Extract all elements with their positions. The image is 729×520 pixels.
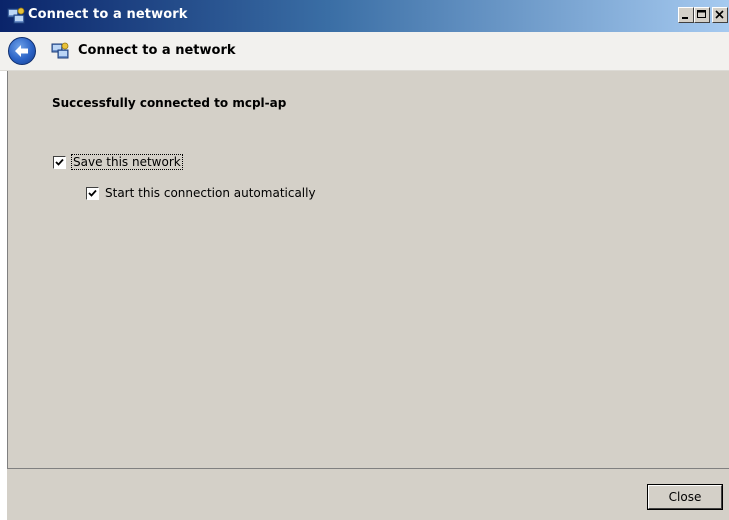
network-connect-icon [50,41,70,61]
close-button[interactable]: Close [648,485,722,509]
maximize-button[interactable] [694,7,710,23]
save-network-option[interactable]: Save this network [53,154,183,170]
close-window-button[interactable] [712,7,728,23]
save-network-label: Save this network [71,154,183,170]
back-button[interactable] [8,37,36,65]
network-connect-icon [6,6,26,26]
checkmark-icon [88,189,97,197]
window-title: Connect to a network [28,7,188,22]
connect-network-dialog: Connect to a network Connect to a networ… [0,0,729,520]
auto-start-option[interactable]: Start this connection automatically [86,186,316,200]
navigation-bar: Connect to a network [0,32,729,71]
minimize-button[interactable] [678,7,694,23]
back-arrow-icon [15,45,28,57]
status-message: Successfully connected to mcpl-ap [52,96,287,110]
maximize-icon [697,10,706,18]
auto-start-label: Start this connection automatically [105,186,316,200]
dialog-footer: Close [7,468,729,520]
page-title: Connect to a network [78,43,236,58]
checkmark-icon [55,158,64,166]
close-icon [715,10,724,19]
auto-start-checkbox[interactable] [86,186,99,200]
minimize-icon [682,17,688,19]
title-bar[interactable]: Connect to a network [0,0,729,32]
content-panel: Successfully connected to mcpl-ap Save t… [7,71,729,468]
save-network-checkbox[interactable] [53,155,66,169]
